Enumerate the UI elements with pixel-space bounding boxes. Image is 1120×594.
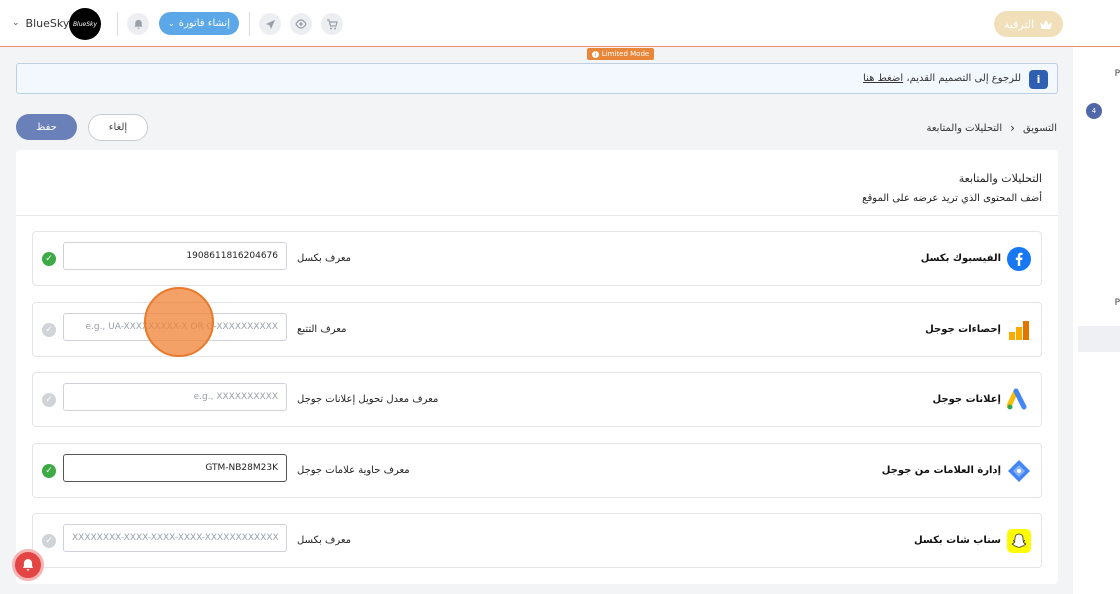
integration-row-google-ads: إعلانات جوجل معرف معدل تحويل إعلانات جوج… <box>32 372 1042 427</box>
limited-mode-label: Limited Mode <box>601 50 650 58</box>
divider <box>16 215 1058 216</box>
info-icon: i <box>591 50 599 58</box>
integration-name: إدارة العلامات من جوجل <box>881 465 1001 476</box>
integration-field-label: معرف بكسل <box>297 253 352 264</box>
integration-field-label: معرف التتبع <box>297 324 347 335</box>
google-ads-icon <box>1007 388 1027 410</box>
divider <box>117 12 118 36</box>
side-panel: P 4 P <box>1073 47 1120 594</box>
side-panel-letter: P <box>1114 69 1120 79</box>
breadcrumb-parent[interactable]: التسويق <box>1023 123 1057 134</box>
info-icon: i <box>1029 70 1048 89</box>
old-design-notice: i للرجوع إلى التصميم القديم، اضغط هنا <box>16 63 1058 94</box>
integration-name: الفيسبوك بكسل <box>920 253 1001 264</box>
integration-name: إحصاءات جوجل <box>925 324 1001 335</box>
analytics-card: التحليلات والمتابعة أضف المحتوى الذي تري… <box>16 150 1058 584</box>
status-check-icon: ✓ <box>42 393 56 407</box>
status-check-icon: ✓ <box>42 323 56 337</box>
eye-icon[interactable] <box>290 13 312 35</box>
upgrade-label: الترقية <box>1003 17 1035 31</box>
google-tag-manager-container-id-input[interactable] <box>63 454 287 482</box>
integration-name: سناب شات بكسل <box>914 535 1001 546</box>
snapchat-icon <box>1007 529 1031 553</box>
cancel-button[interactable]: إلغاء <box>88 114 148 141</box>
side-panel-active-item[interactable] <box>1078 326 1120 352</box>
chevron-down-icon: ⌄ <box>12 18 20 28</box>
integration-field-label: معرف بكسل <box>297 535 352 546</box>
integration-name: إعلانات جوجل <box>932 394 1001 405</box>
breadcrumb-current: التحليلات والمتابعة <box>926 122 1003 134</box>
store-logo-text: BlueSky <box>72 20 98 28</box>
store-switcher[interactable]: ⌄ BlueSky <box>12 8 69 38</box>
chevron-left-icon: ‹ <box>1010 121 1015 135</box>
status-check-icon: ✓ <box>42 534 56 548</box>
notice-message: للرجوع إلى التصميم القديم، <box>906 73 1021 84</box>
notification-count-badge: 4 <box>1086 103 1102 119</box>
status-check-icon: ✓ <box>42 252 56 266</box>
limited-mode-badge: i Limited Mode <box>587 48 654 60</box>
store-name: BlueSky <box>25 16 70 30</box>
google-tag-manager-icon <box>1008 460 1030 482</box>
snapchat-pixel-id-input[interactable] <box>63 524 287 552</box>
google-ads-conversion-id-input[interactable] <box>63 383 287 411</box>
cart-icon[interactable] <box>321 13 343 35</box>
integration-field-label: معرف معدل تحويل إعلانات جوجل <box>297 394 439 405</box>
create-invoice-label: إنشاء فاتورة <box>178 18 230 29</box>
top-bar: ⌄ BlueSky BlueSky ⌄ إنشاء فاتورة الترقية <box>0 0 1120 47</box>
create-invoice-button[interactable]: ⌄ إنشاء فاتورة <box>159 12 239 35</box>
upgrade-button[interactable]: الترقية <box>994 11 1063 37</box>
side-panel-letter: P <box>1114 298 1120 308</box>
breadcrumb: التسويق ‹ التحليلات والمتابعة <box>926 121 1057 135</box>
divider <box>249 12 250 36</box>
store-logo[interactable]: BlueSky <box>69 8 101 40</box>
bell-icon[interactable] <box>127 13 149 35</box>
section-title: التحليلات والمتابعة <box>958 172 1042 185</box>
integration-field-label: معرف حاوية علامات جوجل <box>297 465 410 476</box>
facebook-pixel-id-input[interactable] <box>63 242 287 270</box>
cursor-highlight <box>144 287 214 357</box>
google-analytics-icon <box>1009 321 1029 340</box>
section-subtitle: أضف المحتوى الذي تريد عرضه على الموقع <box>862 193 1042 204</box>
chevron-down-icon: ⌄ <box>168 19 175 28</box>
integration-row-facebook: الفيسبوك بكسل معرف بكسل ✓ <box>32 231 1042 286</box>
integration-row-google-tag-manager: إدارة العلامات من جوجل معرف حاوية علامات… <box>32 443 1042 498</box>
status-check-icon: ✓ <box>42 464 56 478</box>
notice-text: للرجوع إلى التصميم القديم، اضغط هنا <box>863 73 1021 84</box>
integration-row-snapchat: سناب شات بكسل معرف بكسل ✓ <box>32 513 1042 568</box>
save-button[interactable]: حفظ <box>16 114 77 140</box>
old-design-link[interactable]: اضغط هنا <box>863 73 903 84</box>
facebook-icon <box>1007 247 1031 271</box>
bell-icon[interactable] <box>12 549 44 581</box>
send-icon[interactable] <box>259 13 281 35</box>
crown-icon <box>1040 19 1053 29</box>
